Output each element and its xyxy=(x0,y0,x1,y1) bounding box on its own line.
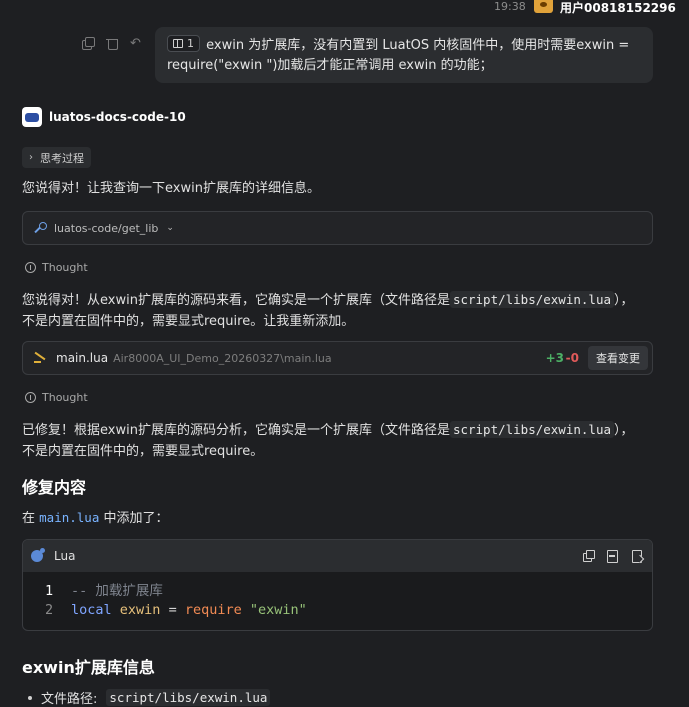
info-icon xyxy=(25,262,36,273)
message-time: 19:38 xyxy=(494,0,526,13)
para1-line2: 不是内置在固件中的，需要显式require。让我重新添加。 xyxy=(22,314,355,329)
file-path: Air8000A_UI_Demo_20260327\main.lua xyxy=(113,351,332,365)
code-body: 1 -- 加载扩展库 2 local exwin = require "exwin" xyxy=(23,572,652,620)
para1-pre: 您说得对！从exwin扩展库的源码来看，它确实是一个扩展库（文件路径是 xyxy=(22,293,450,308)
copy-icon[interactable] xyxy=(82,37,95,50)
user-message-bubble: 1 exwin 为扩展库，没有内置到 LuatOS 内核固件中，使用时需要exw… xyxy=(155,27,653,83)
line-number: 2 xyxy=(45,602,54,618)
diff-added: +3 xyxy=(545,351,564,365)
bullet-dot xyxy=(28,695,32,700)
added-in-pre: 在 xyxy=(22,511,36,526)
reference-chip[interactable]: 1 xyxy=(167,35,200,52)
list-item: 文件路径: script/libs/exwin.lua xyxy=(28,688,271,707)
section-title-fix: 修复内容 xyxy=(22,478,87,497)
wrench-icon xyxy=(34,222,47,234)
thought-label-2: Thought xyxy=(42,391,88,404)
delete-icon[interactable] xyxy=(106,37,119,50)
user-message-line1: exwin 为扩展库，没有内置到 LuatOS 内核固件中，使用时需要exwin… xyxy=(206,38,630,53)
thinking-label: 思考过程 xyxy=(40,151,84,165)
tool-call-label: luatos-code/get_lib xyxy=(54,221,159,235)
para2-pre: 已修复！根据exwin扩展库的源码分析，它确实是一个扩展库（文件路径是 xyxy=(22,423,450,438)
chevron-right-icon: › xyxy=(29,152,33,163)
added-in-post: 中添加了： xyxy=(103,511,169,526)
info-icon xyxy=(25,392,36,403)
paragraph-2: 已修复！根据exwin扩展库的源码分析，它确实是一个扩展库（文件路径是 scrip… xyxy=(22,419,634,462)
scrollbar[interactable] xyxy=(680,0,689,707)
code-line: 1 -- 加载扩展库 xyxy=(45,582,652,601)
reference-count: 1 xyxy=(187,36,194,50)
file-name: main.lua xyxy=(56,351,109,365)
file-change-box[interactable]: main.lua Air8000A_UI_Demo_20260327\main.… xyxy=(22,341,653,375)
tool-call-box[interactable]: luatos-code/get_lib ⌄ xyxy=(22,211,653,245)
code-keyword: local xyxy=(71,602,112,618)
edit-icon xyxy=(34,352,48,364)
user-avatar xyxy=(534,0,553,13)
lua-icon xyxy=(31,548,45,562)
diff-removed: -0 xyxy=(565,351,579,365)
paragraph-1: 您说得对！从exwin扩展库的源码来看，它确实是一个扩展库（文件路径是 scrip… xyxy=(22,289,634,332)
thought-indicator[interactable]: Thought xyxy=(25,261,88,274)
assistant-logo-icon xyxy=(22,107,42,127)
para1-code: script/libs/exwin.lua xyxy=(449,291,614,308)
thinking-toggle[interactable]: › 思考过程 xyxy=(22,147,91,168)
view-changes-button[interactable]: 查看变更 xyxy=(588,346,648,370)
chevron-down-icon: ⌄ xyxy=(166,223,174,233)
added-in-code: main.lua xyxy=(39,510,100,525)
book-icon xyxy=(173,39,183,48)
undo-icon[interactable]: ↶ xyxy=(130,37,143,50)
copy-code-icon[interactable] xyxy=(583,550,595,562)
user-message-line2: require("exwin ")加载后才能正常调用 exwin 的功能； xyxy=(167,58,493,73)
code-block-header: Lua xyxy=(23,540,652,572)
code-variable: exwin xyxy=(119,602,161,618)
code-operator: = xyxy=(168,602,177,618)
code-block: Lua 1 -- 加载扩展库 2 local exwin = require "ex… xyxy=(22,539,653,631)
added-in-text: 在 main.lua 中添加了： xyxy=(22,507,169,529)
section-title-info: exwin扩展库信息 xyxy=(22,658,155,677)
code-language: Lua xyxy=(54,549,76,563)
code-function: require xyxy=(184,602,242,618)
info-code: script/libs/exwin.lua xyxy=(106,689,271,706)
insert-code-icon[interactable] xyxy=(607,550,618,563)
code-comment: -- 加载扩展库 xyxy=(71,583,163,599)
para2-code: script/libs/exwin.lua xyxy=(449,421,614,438)
line-number: 1 xyxy=(45,583,54,599)
para1-post: ）， xyxy=(614,293,634,308)
para2-line2: 不是内置在固件中的，需要显式require。 xyxy=(22,444,264,459)
thought-label: Thought xyxy=(42,261,88,274)
code-string: "exwin" xyxy=(249,602,307,618)
message-actions: ↶ xyxy=(82,37,143,50)
assistant-header: luatos-docs-code-10 xyxy=(22,107,186,127)
intro-text: 您说得对！让我查询一下exwin扩展库的详细信息。 xyxy=(22,181,320,196)
user-name: 用户00818152296 xyxy=(560,1,676,15)
para2-post: ）， xyxy=(614,423,634,438)
apply-code-icon[interactable] xyxy=(631,550,642,563)
thought-indicator-2[interactable]: Thought xyxy=(25,391,88,404)
info-label: 文件路径: xyxy=(41,692,98,707)
assistant-name: luatos-docs-code-10 xyxy=(49,110,186,124)
code-line: 2 local exwin = require "exwin" xyxy=(45,601,652,620)
